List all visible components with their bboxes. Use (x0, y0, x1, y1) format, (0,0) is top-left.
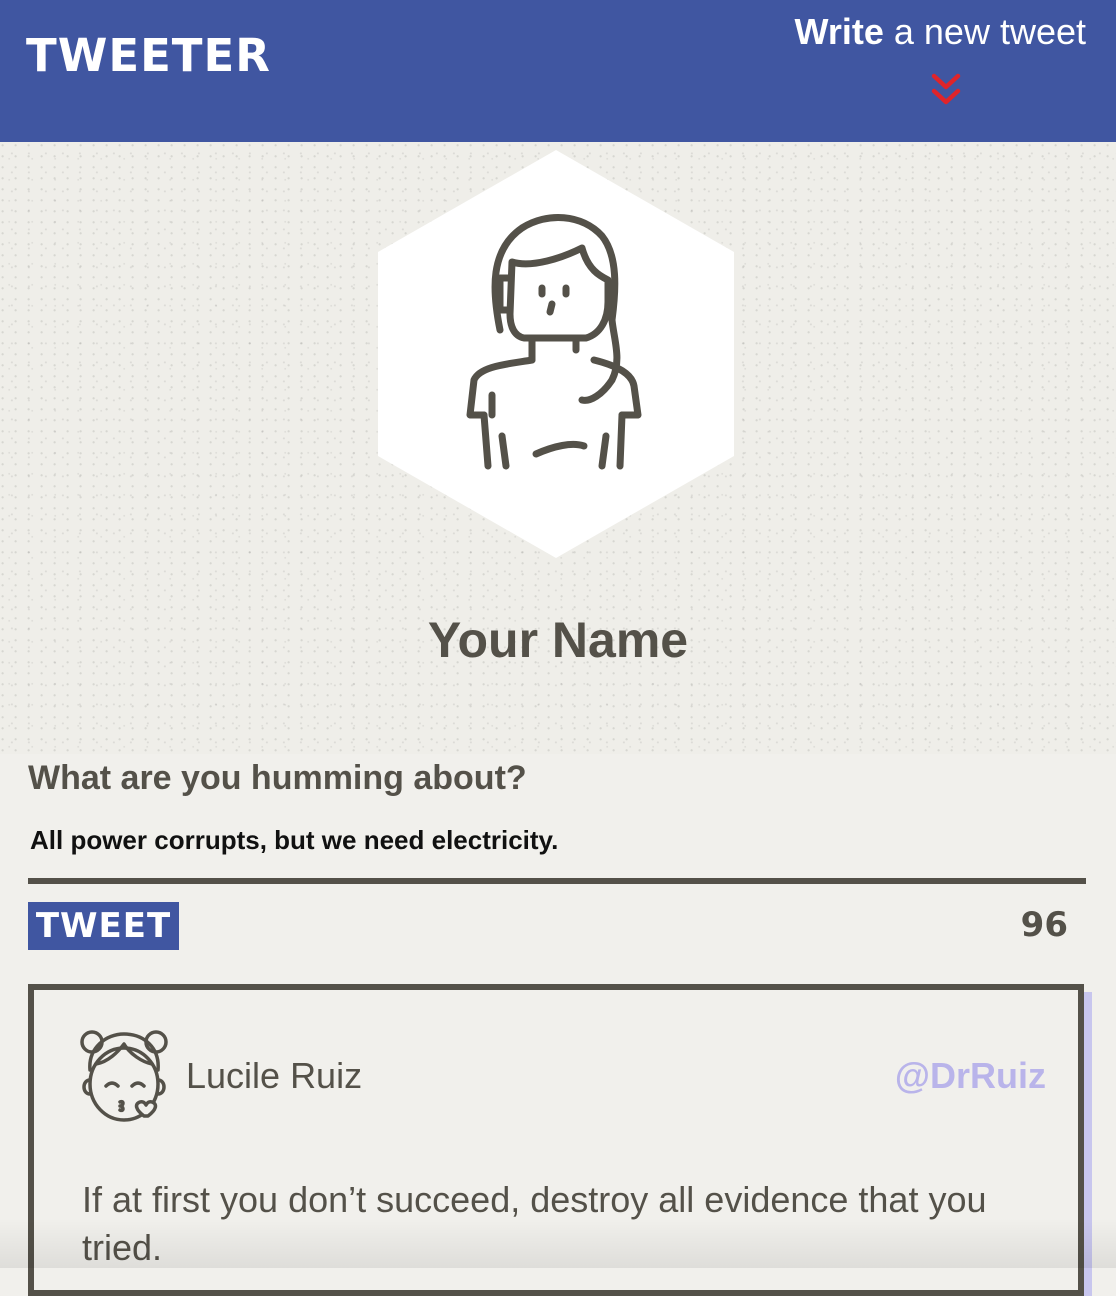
tweet-card: Lucile Ruiz @DrRuiz If at first you don’… (28, 984, 1084, 1296)
write-new-tweet-link[interactable]: Write a new tweet (795, 10, 1086, 54)
tweet-author-name: Lucile Ruiz (186, 1055, 363, 1096)
tweet-content: If at first you don’t succeed, destroy a… (82, 1179, 987, 1268)
compose-divider (28, 878, 1086, 884)
profile-header: Your Name (0, 142, 1116, 754)
kissing-girl-avatar-icon (80, 1030, 168, 1122)
character-counter: 96 (1020, 905, 1068, 945)
write-link-bold-text: Write (794, 11, 884, 52)
tweet-button[interactable]: TWEET (28, 902, 179, 950)
top-nav: TWEETER Write a new tweet (0, 0, 1116, 142)
tweet-author-handle: @DrRuiz (894, 1055, 1046, 1096)
write-link-text: a new tweet (883, 11, 1086, 52)
profile-name: Your Name (427, 612, 689, 668)
tweet-text-input[interactable] (28, 812, 1088, 868)
double-chevron-down-icon[interactable] (928, 70, 964, 110)
woman-avatar-icon (466, 214, 642, 470)
compose-label: What are you humming about? (28, 759, 527, 797)
brand-logo: TWEETER (26, 29, 271, 82)
